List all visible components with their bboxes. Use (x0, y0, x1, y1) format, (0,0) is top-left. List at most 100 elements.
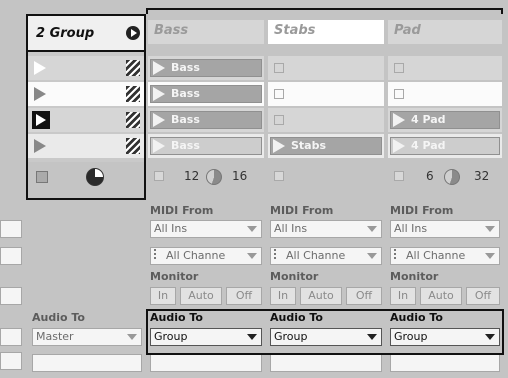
monitor-off-button[interactable]: Off (346, 287, 382, 305)
midi-from-dropdown[interactable]: All Ins (270, 220, 382, 238)
clip-slot[interactable]: Bass (148, 56, 264, 80)
group-slot-3[interactable] (28, 108, 144, 132)
empty-slot-icon (274, 63, 284, 73)
midi-channel-dropdown[interactable]: All Channe (150, 247, 262, 265)
fold-button-icon[interactable] (126, 26, 140, 40)
group-bottom-field[interactable] (32, 354, 142, 372)
chevron-down-icon (367, 253, 377, 259)
clip[interactable]: Bass (150, 59, 262, 77)
partial-field-3[interactable] (0, 287, 22, 305)
clip-name: Stabs (291, 139, 327, 152)
empty-slot-icon (394, 63, 404, 73)
clip-play-icon (153, 87, 165, 101)
monitor-buttons: In Auto Off (150, 287, 262, 305)
monitor-auto-button[interactable]: Auto (300, 287, 342, 305)
group-slot-2[interactable] (28, 82, 144, 106)
group-track-header[interactable]: 2 Group (26, 14, 146, 50)
clip-slot[interactable]: Bass (148, 82, 264, 106)
clip-slot[interactable]: Bass (148, 108, 264, 132)
channel-icon (154, 249, 162, 259)
clip-slot[interactable] (268, 56, 384, 80)
channel-icon (394, 249, 402, 259)
partial-field-2[interactable] (0, 247, 22, 265)
clip-slot[interactable] (268, 108, 384, 132)
group-stop-row (28, 162, 144, 198)
chevron-down-icon (247, 253, 257, 259)
clip-name: 4 Pad (411, 113, 446, 126)
chevron-down-icon (127, 334, 137, 340)
clip-name: Bass (171, 61, 200, 74)
midi-from-value: All Ins (394, 222, 428, 235)
clip-play-icon (393, 139, 405, 153)
monitor-in-button[interactable]: In (270, 287, 296, 305)
monitor-auto-button[interactable]: Auto (180, 287, 222, 305)
stop-button-icon[interactable] (154, 171, 164, 181)
clip-progress-icon (444, 169, 460, 185)
clip-progress-icon (86, 168, 104, 186)
partial-field-1[interactable] (0, 220, 22, 238)
empty-slot-icon (274, 115, 284, 125)
channel-value: All Channe (166, 249, 226, 262)
chevron-down-icon (485, 253, 495, 259)
midi-channel-dropdown[interactable]: All Channe (390, 247, 500, 265)
bottom-field[interactable] (390, 354, 500, 372)
monitor-in-button[interactable]: In (390, 287, 416, 305)
clip-slot[interactable] (388, 82, 502, 106)
clip[interactable]: Bass (150, 137, 262, 155)
group-audio-to-dropdown[interactable]: Master (32, 328, 142, 346)
midi-from-dropdown[interactable]: All Ins (150, 220, 262, 238)
midi-from-dropdown[interactable]: All Ins (390, 220, 500, 238)
channel-value: All Channe (286, 249, 346, 262)
track-bass-header[interactable]: Bass (148, 20, 264, 44)
stop-all-icon[interactable] (36, 171, 48, 183)
monitor-label: Monitor (150, 270, 199, 283)
stop-button-icon[interactable] (394, 171, 404, 181)
monitor-auto-button[interactable]: Auto (420, 287, 462, 305)
bottom-field[interactable] (270, 354, 382, 372)
track-bass-stop-row: 12 16 (148, 162, 264, 192)
bottom-field[interactable] (150, 354, 262, 372)
play-icon (34, 61, 46, 75)
group-track: 2 Group (26, 14, 146, 200)
clip[interactable]: 4 Pad (390, 137, 500, 155)
track-pad-title: Pad (394, 23, 421, 38)
stripe-icon (126, 60, 140, 76)
monitor-off-button[interactable]: Off (226, 287, 262, 305)
monitor-off-button[interactable]: Off (466, 287, 500, 305)
clip[interactable]: Stabs (270, 137, 382, 155)
track-stabs-title: Stabs (274, 23, 316, 38)
clip[interactable]: Bass (150, 111, 262, 129)
group-slot-4[interactable] (28, 134, 144, 158)
playing-icon (32, 111, 50, 129)
clip-slot[interactable]: Bass (148, 134, 264, 158)
clip-slot[interactable] (268, 82, 384, 106)
clip-name: Bass (171, 113, 200, 126)
partial-field-5[interactable] (0, 352, 22, 370)
stop-button-icon[interactable] (274, 171, 284, 181)
midi-channel-dropdown[interactable]: All Channe (270, 247, 382, 265)
clip[interactable]: Bass (150, 85, 262, 103)
clip-slot[interactable]: 4 Pad (388, 108, 502, 132)
group-audio-to-label: Audio To (32, 311, 85, 324)
clip-slot[interactable]: 4 Pad (388, 134, 502, 158)
group-slot-1[interactable] (28, 56, 144, 80)
clip[interactable]: 4 Pad (390, 111, 500, 129)
stop-value-b: 32 (474, 169, 490, 183)
monitor-buttons: In Auto Off (270, 287, 382, 305)
track-pad-header[interactable]: Pad (388, 20, 502, 44)
track-pad-stop-row: 6 32 (388, 162, 502, 192)
track-stabs-header[interactable]: Stabs (268, 20, 384, 44)
chevron-down-icon (247, 226, 257, 232)
clip-slot[interactable] (388, 56, 502, 80)
monitor-label: Monitor (270, 270, 319, 283)
clip-slot[interactable]: Stabs (268, 134, 384, 158)
partial-field-4[interactable] (0, 328, 22, 346)
group-track-title: 2 Group (36, 26, 95, 41)
midi-from-label: MIDI From (390, 204, 454, 217)
play-icon (34, 87, 46, 101)
monitor-in-button[interactable]: In (150, 287, 176, 305)
group-audio-to-value: Master (36, 330, 74, 343)
stop-value-a: 12 (184, 169, 200, 183)
group-io: Audio To Master (30, 311, 144, 372)
clip-play-icon (153, 113, 165, 127)
